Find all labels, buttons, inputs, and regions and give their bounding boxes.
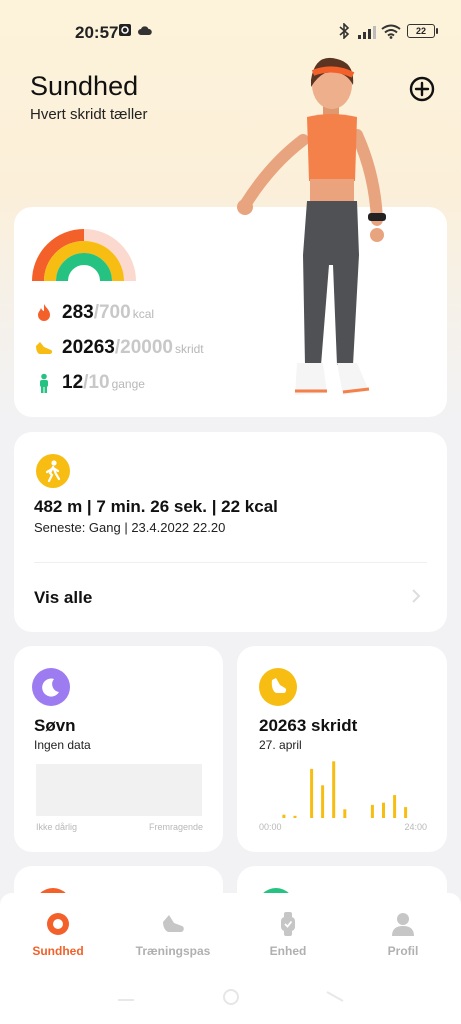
nav-item-device[interactable]: Enhed <box>238 911 338 958</box>
steps-bar-3 <box>321 785 325 818</box>
activity-rings-gauge <box>32 229 136 285</box>
watch-icon <box>281 912 295 936</box>
nav-item-health[interactable]: Sundhed <box>8 911 108 958</box>
standing-person-icon <box>40 373 48 393</box>
steps-unit: skridt <box>174 342 204 356</box>
status-time: 20:57 <box>75 23 119 42</box>
flame-icon <box>38 304 50 321</box>
nav-label-workouts: Træningspas <box>135 944 211 958</box>
activity-latest: Seneste: Gang | 23.4.2022 22.20 <box>34 520 226 535</box>
notification-app-icon <box>119 24 131 36</box>
standing-stat: 12 /10 gange <box>34 372 145 394</box>
shoe-icon <box>36 342 53 354</box>
wifi-icon <box>381 24 401 39</box>
health-icon <box>47 913 69 935</box>
steps-bar-chart <box>282 761 408 818</box>
nav-item-profile[interactable]: Profil <box>353 911 453 958</box>
sleep-chart-placeholder <box>36 764 202 816</box>
avatar-character-illustration <box>237 57 386 395</box>
standing-value: 12 <box>62 372 84 393</box>
sleep-card[interactable]: Søvn Ingen data Ikke dårlig Fremragende <box>14 646 223 852</box>
steps-axis-right: 24:00 <box>404 822 427 832</box>
sleep-axis-right: Fremragende <box>148 822 203 832</box>
steps-title: 20263 skridt <box>259 716 358 735</box>
steps-bar-7 <box>382 802 385 818</box>
divider <box>34 562 427 563</box>
steps-bar-5 <box>343 809 347 818</box>
page-title: Sundhed <box>30 71 139 101</box>
steps-date: 27. april <box>259 738 302 752</box>
sleep-axis-left: Ikke dårlig <box>36 822 78 832</box>
latest-activity-card[interactable]: 482 m | 7 min. 26 sek. | 22 kcal Seneste… <box>14 432 447 632</box>
calories-value: 283 <box>62 302 94 323</box>
add-button[interactable] <box>409 76 435 102</box>
profile-icon <box>392 913 414 936</box>
steps-bar-2 <box>310 768 314 818</box>
chevron-right-icon[interactable] <box>409 589 423 603</box>
cloud-icon <box>138 26 152 35</box>
nav-label-profile: Profil <box>387 944 419 958</box>
steps-goal: /20000 <box>114 337 173 358</box>
calories-stat: 283 /700 kcal <box>34 302 154 324</box>
status-bar: 20:57 22 <box>0 0 461 62</box>
bluetooth-icon <box>339 23 350 39</box>
signal-icon <box>358 26 376 39</box>
nav-label-health: Sundhed <box>32 944 84 958</box>
steps-bar-8 <box>393 795 397 818</box>
steps-bar-4 <box>332 761 336 818</box>
battery-indicator: 22 <box>407 24 438 38</box>
steps-stat: 20263 /20000 skridt <box>34 337 204 359</box>
moon-icon <box>32 668 70 706</box>
walking-icon <box>36 454 70 488</box>
steps-bar-0 <box>282 814 286 818</box>
nav-label-device: Enhed <box>269 944 307 958</box>
steps-bar-6 <box>370 804 374 818</box>
standing-goal: /10 <box>83 372 110 393</box>
sleep-title: Søvn <box>34 716 76 735</box>
nav-item-workouts[interactable]: Træningspas <box>123 911 223 958</box>
steps-bar-1 <box>293 815 297 818</box>
steps-axis-left: 00:00 <box>259 822 282 832</box>
steps-value: 20263 <box>62 337 115 358</box>
sleep-status: Ingen data <box>34 738 91 752</box>
show-all-link[interactable]: Vis alle <box>34 588 92 608</box>
calories-unit: kcal <box>132 307 155 321</box>
back-button[interactable] <box>326 991 344 1002</box>
standing-unit: gange <box>111 377 145 391</box>
steps-bar-9 <box>404 807 408 818</box>
shoe-icon <box>163 915 184 932</box>
shoe-icon <box>259 668 297 706</box>
page-subtitle: Hvert skridt tæller <box>30 106 148 123</box>
system-navigation-bar <box>118 989 344 1005</box>
calories-goal: /700 <box>93 302 131 323</box>
steps-card[interactable]: 20263 skridt 27. april 00:00 24:00 <box>237 646 447 852</box>
bottom-navigation: Sundhed Træningspas Enhed Profil <box>0 893 461 1024</box>
activity-summary: 482 m | 7 min. 26 sek. | 22 kcal <box>34 497 278 516</box>
home-button[interactable] <box>223 989 239 1005</box>
